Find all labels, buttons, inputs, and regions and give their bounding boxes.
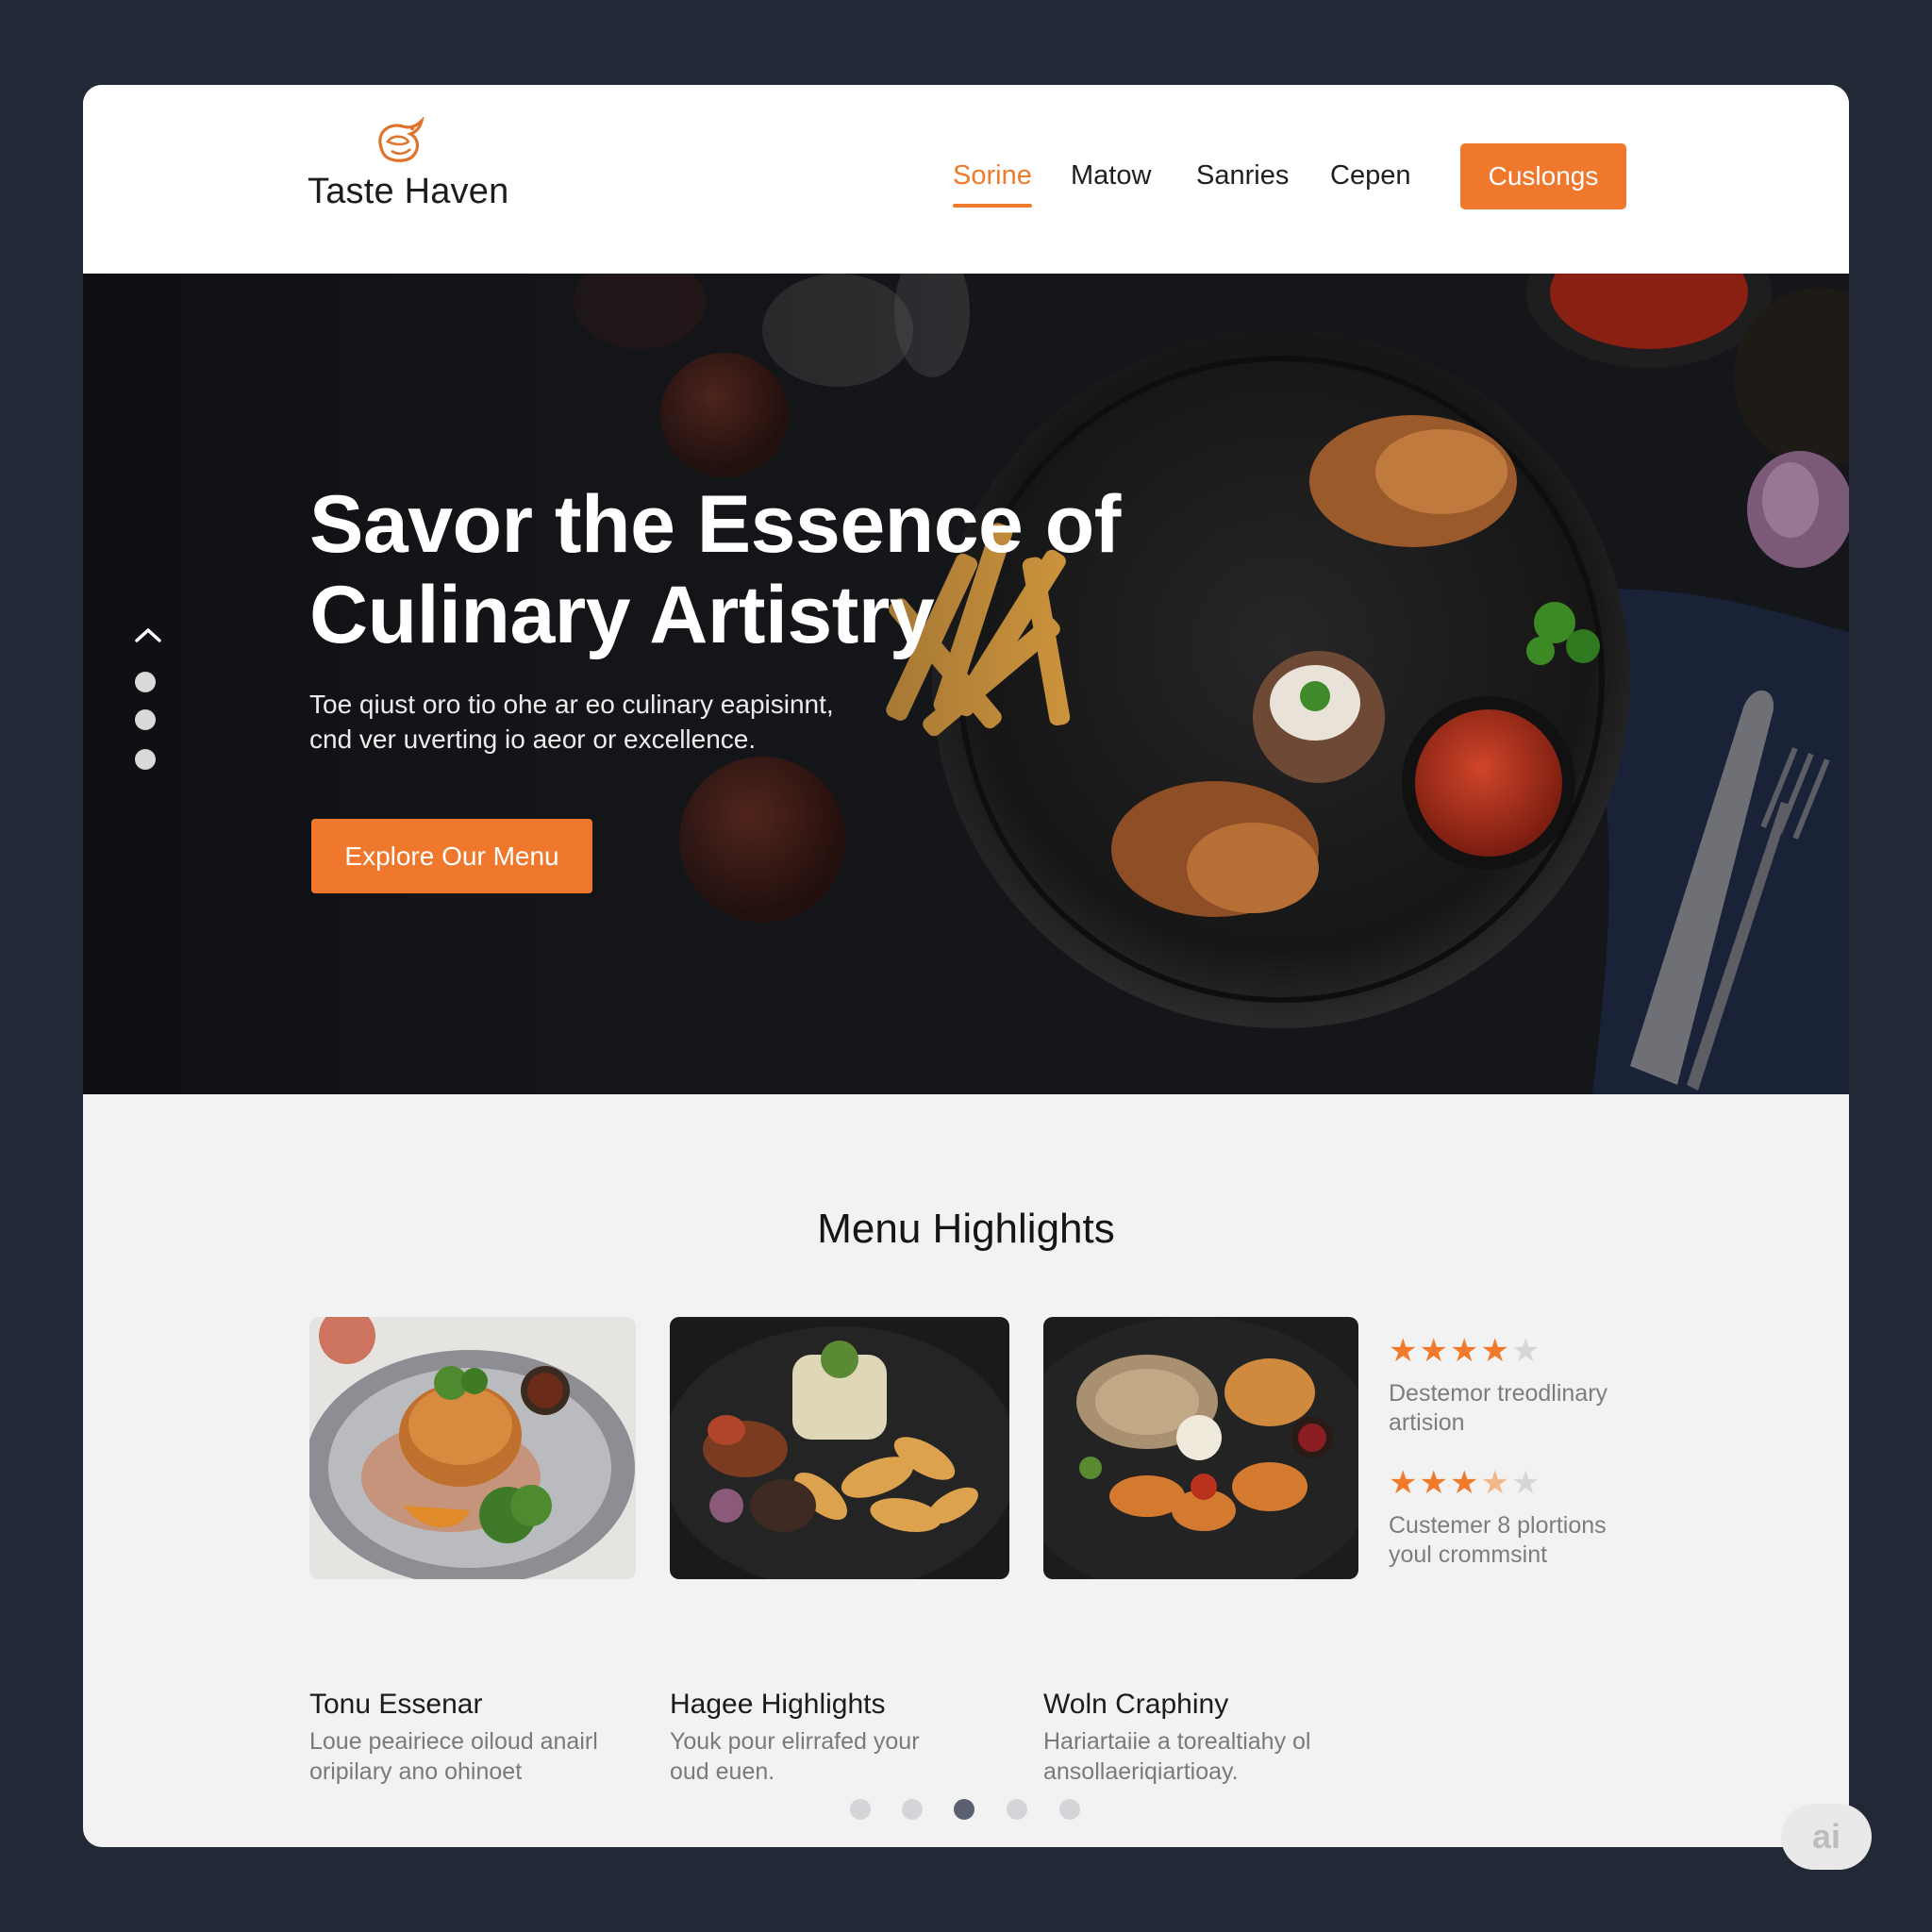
nav-item-matow[interactable]: Matow <box>1071 160 1151 192</box>
hero-subtitle-line: cnd ver uverting io aeor or excellence. <box>309 724 757 754</box>
review-rating-stars: ★★★★★ <box>1389 1464 1541 1502</box>
menu-card-description: Loue peairiece oiloud anairl oripilary a… <box>309 1726 621 1787</box>
review-text-line: Custemer 8 plortions <box>1389 1512 1607 1539</box>
star-half-icon: ★ <box>1480 1465 1511 1501</box>
hero-subtitle: Toe qiust oro tio ohe ar eo culinary eap… <box>309 687 970 757</box>
menu-card-title[interactable]: Woln Craphiny <box>1043 1689 1228 1721</box>
carousel-page-dot[interactable] <box>902 1799 923 1820</box>
review-text-line: youl crommsint <box>1389 1541 1548 1568</box>
star-icon: ★ <box>1449 1465 1481 1501</box>
menu-card-description: Hariartaiie a torealtiahy ol ansollaeriq… <box>1043 1726 1355 1787</box>
star-icon: ★ <box>1389 1333 1420 1369</box>
carousel-page-dot-active[interactable] <box>954 1799 974 1820</box>
review-text-line: Destemor treodlinary <box>1389 1380 1608 1407</box>
hero-slider-dot[interactable] <box>135 749 156 770</box>
review-rating-stars: ★★★★★ <box>1389 1332 1541 1370</box>
menu-card-description: Youk pour elirrafed your oud euen. <box>670 1726 981 1787</box>
menu-card-description-line: ansollaeriqiartioay. <box>1043 1758 1239 1785</box>
header-cta-button[interactable]: Cuslongs <box>1460 143 1626 209</box>
hero-food-image <box>83 274 1849 1094</box>
dish-photo <box>309 1317 636 1579</box>
brand-name[interactable]: Taste Haven <box>308 172 508 212</box>
slider-up-chevron-icon[interactable] <box>132 625 164 645</box>
page-frame: Taste Haven Sorine Matow Sanries Cepen C… <box>83 85 1849 1847</box>
hero-section: Savor the Essence of Culinary Artistry T… <box>83 274 1849 1094</box>
star-icon: ★ <box>1480 1333 1511 1369</box>
dragon-logo-icon[interactable] <box>373 117 427 164</box>
star-icon: ★ <box>1449 1333 1481 1369</box>
hero-title: Savor the Essence of Culinary Artistry <box>309 479 1158 660</box>
site-header: Taste Haven Sorine Matow Sanries Cepen C… <box>83 85 1849 274</box>
menu-card-image[interactable] <box>670 1317 1009 1579</box>
menu-card-description-line: oud euen. <box>670 1758 775 1785</box>
menu-card-description-line: Hariartaiie a torealtiahy ol <box>1043 1728 1311 1755</box>
star-icon: ★ <box>1419 1333 1450 1369</box>
menu-card-description-line: Youk pour elirrafed your <box>670 1728 920 1755</box>
star-icon: ★ <box>1419 1465 1450 1501</box>
menu-card-image[interactable] <box>309 1317 636 1579</box>
carousel-page-dot[interactable] <box>850 1799 871 1820</box>
carousel-page-dot[interactable] <box>1059 1799 1080 1820</box>
star-empty-icon: ★ <box>1510 1465 1542 1501</box>
nav-item-cepen[interactable]: Cepen <box>1330 160 1410 192</box>
dish-photo <box>1043 1317 1358 1579</box>
review-text-line: artision <box>1389 1409 1465 1436</box>
menu-card-title[interactable]: Tonu Essenar <box>309 1689 482 1721</box>
nav-item-sorine[interactable]: Sorine <box>953 160 1032 208</box>
menu-card-description-line: Loue peairiece oiloud anairl <box>309 1728 598 1755</box>
carousel-page-dot[interactable] <box>1007 1799 1027 1820</box>
review-text: Custemer 8 plortions youl crommsint <box>1389 1511 1634 1570</box>
hero-subtitle-line: Toe qiust oro tio ohe ar eo culinary eap… <box>309 690 834 719</box>
hero-title-line: Savor the Essence of <box>309 479 1121 570</box>
menu-card-title[interactable]: Hagee Highlights <box>670 1689 885 1721</box>
dish-photo <box>670 1317 1009 1579</box>
star-icon: ★ <box>1389 1465 1420 1501</box>
review-text: Destemor treodlinary artision <box>1389 1379 1634 1438</box>
star-empty-icon: ★ <box>1510 1333 1542 1369</box>
hero-title-line: Culinary Artistry <box>309 570 935 660</box>
menu-card-description-line: oripilary ano ohinoet <box>309 1758 523 1785</box>
nav-item-sanries[interactable]: Sanries <box>1196 160 1289 192</box>
section-title: Menu Highlights <box>817 1206 1115 1252</box>
menu-card-image[interactable] <box>1043 1317 1358 1579</box>
hero-slider-dot[interactable] <box>135 709 156 730</box>
explore-menu-button[interactable]: Explore Our Menu <box>311 819 592 893</box>
hero-slider-dot[interactable] <box>135 672 156 692</box>
ai-watermark-badge: ai <box>1781 1804 1872 1870</box>
